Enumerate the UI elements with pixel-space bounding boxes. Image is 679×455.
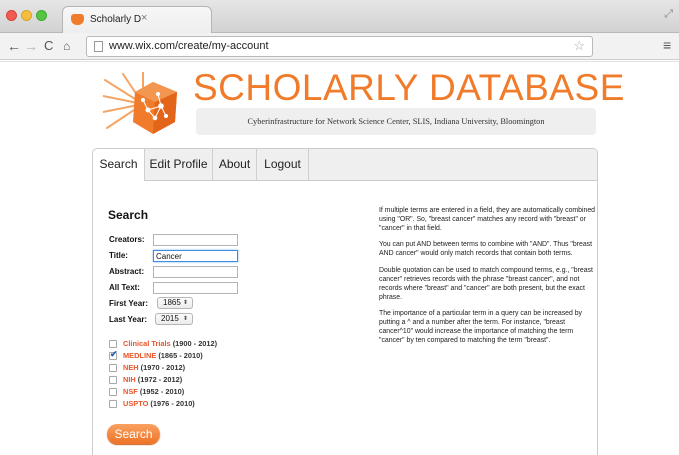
site-subtitle: Cyberinfrastructure for Network Science … [247,117,545,126]
neh-checkbox[interactable] [109,364,117,372]
browser-tab[interactable]: Scholarly D × [62,6,212,33]
abstract-label: Abstract: [109,267,145,276]
tab-about[interactable]: About [213,149,257,180]
tab-close-icon[interactable]: × [141,12,147,24]
nih-checkbox[interactable] [109,376,117,384]
page-icon [94,41,103,52]
last-year-value: 2015 [161,314,179,323]
hamburger-menu-icon[interactable]: ≡ [663,37,671,53]
subtitle-bar: Cyberinfrastructure for Network Science … [196,108,596,135]
uspto-checkbox[interactable] [109,400,117,408]
database-name: Clinical Trials [123,339,171,348]
clinical-trials-checkbox[interactable] [109,340,117,348]
scholarly-database-logo-icon [103,72,177,134]
last-year-select[interactable]: 2015 ⬍ [155,313,193,325]
tab-edit-profile[interactable]: Edit Profile [145,149,213,180]
back-arrow-icon[interactable]: ← [7,37,21,55]
abstract-input[interactable] [153,266,238,278]
all-text-label: All Text: [109,283,140,292]
nsf-checkbox[interactable] [109,388,117,396]
home-icon[interactable]: ⌂ [63,37,70,55]
search-panel: Search Edit Profile About Logout Search … [92,148,598,455]
address-bar[interactable]: www.wix.com/create/my-account ☆ [86,36,593,57]
window-close-button[interactable] [6,10,17,21]
tab-search[interactable]: Search [93,149,145,181]
help-paragraph: Double quotation can be used to match co… [379,267,593,301]
database-range: (1970 - 2012) [140,363,186,372]
last-year-label: Last Year: [109,315,148,324]
help-paragraph: If multiple terms are entered in a field… [379,207,596,232]
nav-tabs: Search Edit Profile About Logout [93,149,597,181]
help-paragraph: The importance of a particular term in a… [379,310,582,344]
bookmark-star-icon[interactable]: ☆ [573,38,585,54]
search-heading: Search [108,208,149,222]
first-year-value: 1865 [163,298,181,307]
first-year-select[interactable]: 1865 ⬍ [157,297,193,309]
top-divider [0,61,679,62]
window-maximize-button[interactable] [36,10,47,21]
select-arrows-icon: ⬍ [182,316,188,322]
first-year-label: First Year: [109,299,148,308]
page-viewport: SCHOLARLY DATABASE Cyberinfrastructure f… [0,61,679,455]
select-arrows-icon: ⬍ [182,300,188,306]
medline-checkbox[interactable]: ✔ [109,349,118,360]
url-text[interactable]: www.wix.com/create/my-account [109,40,269,52]
database-range: (1976 - 2010) [150,399,195,408]
tab-logout[interactable]: Logout [257,149,309,180]
database-range: (1952 - 2010) [139,387,185,396]
title-input[interactable] [153,250,238,262]
creators-input[interactable] [153,234,238,246]
database-range: (1865 - 2010) [158,351,203,360]
database-name: NEH [123,363,139,372]
help-paragraph: You can put AND between terms to combine… [379,241,593,258]
all-text-input[interactable] [153,282,238,294]
window-minimize-button[interactable] [21,10,32,21]
reload-icon[interactable]: C [44,37,53,55]
forward-arrow-icon[interactable]: → [24,37,38,55]
site-title: SCHOLARLY DATABASE [193,67,625,108]
creators-label: Creators: [109,235,145,244]
database-name: MEDLINE [123,351,157,360]
browser-toolbar: ← → C ⌂ www.wix.com/create/my-account ☆ … [0,33,679,60]
favicon-icon [71,14,84,25]
search-help-text: If multiple terms are entered in a field… [379,207,596,354]
checkmark-icon: ✔ [110,349,118,359]
search-button[interactable]: Search [107,424,160,444]
title-label: Title: [109,251,128,260]
database-range: (1900 - 2012) [172,339,218,348]
tab-title: Scholarly D [90,14,142,25]
fullscreen-icon[interactable]: ⤢ [664,8,673,21]
browser-titlebar: Scholarly D × ⤢ [0,0,679,33]
database-name: NIH [123,375,136,384]
database-name: USPTO [123,399,149,408]
database-name: NSF [123,387,138,396]
database-range: (1972 - 2012) [137,375,183,384]
